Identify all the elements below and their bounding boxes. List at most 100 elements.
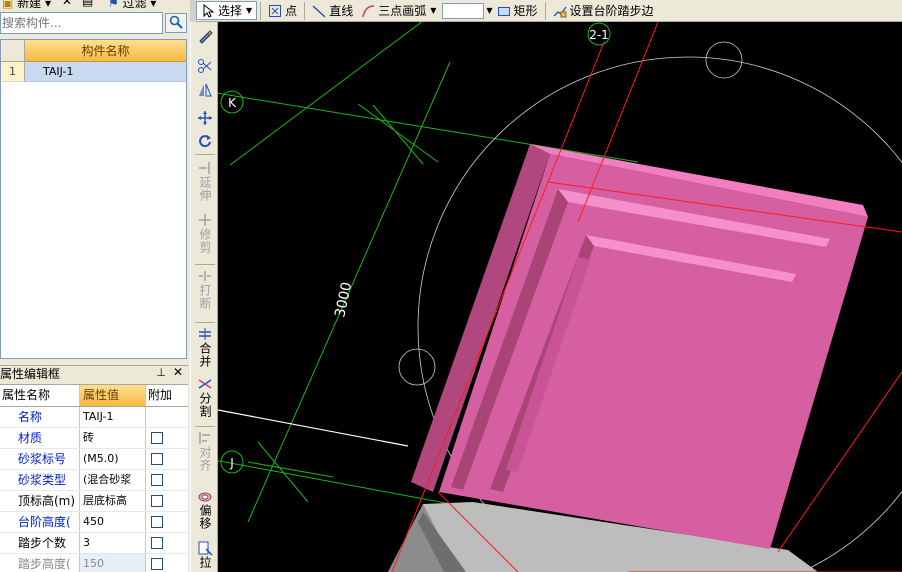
reference-line [218,409,409,447]
header-property-name: 属性名称 [0,385,80,406]
axis-line [229,22,423,166]
property-row[interactable]: 踏步高度(150 [0,554,188,572]
mirror-icon [197,82,213,98]
trim-icon [197,212,213,228]
stretch-button[interactable]: 拉 [191,540,219,569]
property-panel-title: 属性编辑框 [0,367,61,381]
axis-marker-k: K [220,90,244,114]
align-icon [197,430,213,446]
property-row[interactable]: 砂浆类型 (混合砂浆 [0,470,188,491]
select-button[interactable]: 选择 ▼ [196,1,258,20]
svg-text:2-1: 2-1 [589,28,609,42]
stretch-icon [197,540,213,556]
new-button[interactable]: ▣ 新建 ▾ [2,0,51,10]
property-value[interactable]: 砖 [80,428,146,448]
offset-icon [197,488,213,504]
attach-cell [146,512,188,532]
property-value[interactable]: 450 [80,512,146,532]
trim-button[interactable]: 修剪 [191,212,219,254]
attach-checkbox[interactable] [151,558,163,570]
component-panel: 构件名称 1 TAIJ-1 属性编辑框 ⊥ ✕ 属性名称 属性值 附加 名称TA… [0,10,190,572]
drawing-canvas[interactable]: K J 2-1 3000 [218,22,902,572]
app-window: ▣ 新建 ▾ ✕ ▤ ⚑ 过滤 ▾ 选择 ▼ 点 直线 三点画弧 ▼ ▼ 矩形 … [0,0,902,572]
property-name: 砂浆标号 [0,449,80,469]
component-name-cell[interactable]: TAIJ-1 [25,62,186,82]
copy-icon[interactable]: ▤ [82,0,93,8]
row-number: 1 [1,62,25,82]
close-icon[interactable]: ✕ [173,365,183,379]
header-attach: 附加 [148,388,173,402]
set-step-edge-button[interactable]: 设置台阶踏步边 [549,1,658,21]
property-value[interactable]: TAIJ-1 [80,407,146,427]
property-value[interactable]: (混合砂浆 [80,470,146,490]
chevron-down-icon[interactable]: ▼ [430,6,436,15]
search-input[interactable] [0,12,163,34]
property-row[interactable]: 砂浆标号 (M5.0) [0,449,188,470]
reference-circle [705,41,743,79]
drawing-scene: K J 2-1 3000 [218,22,902,572]
move-icon [197,110,213,126]
extend-icon [197,160,213,176]
attach-checkbox[interactable] [151,537,163,549]
search-button[interactable] [165,13,187,33]
attach-checkbox[interactable] [151,453,163,465]
column-header-component-name[interactable]: 构件名称 [25,40,186,62]
search-bar [0,12,190,36]
offset-button[interactable]: 偏移 [191,488,219,530]
arc-icon [361,4,375,18]
rect-icon [497,4,511,18]
property-value[interactable]: (M5.0) [80,449,146,469]
property-value[interactable]: 3 [80,533,146,553]
attach-checkbox[interactable] [151,432,163,444]
chevron-down-icon[interactable]: ▼ [246,6,252,15]
dimension-extension [247,461,334,478]
attach-cell [146,554,188,572]
rect-button[interactable]: 矩形 [493,1,542,21]
arc-button[interactable]: 三点画弧 ▼ [357,1,440,21]
split-icon [197,376,213,392]
property-row[interactable]: 材质砖 [0,428,188,449]
dimension-tick [257,441,309,503]
property-value[interactable]: 150 [80,554,146,572]
property-row[interactable]: 名称 TAIJ-1 [0,407,188,428]
attach-cell [146,407,188,427]
move-button[interactable] [191,110,219,126]
property-name: 材质 [0,428,80,448]
line-button[interactable]: 直线 [308,1,357,21]
row-header-corner [1,40,25,62]
rotate-button[interactable] [191,132,219,148]
filter-button[interactable]: ⚑ 过滤 ▾ [108,0,156,10]
rotate-icon [197,132,213,148]
attach-checkbox[interactable] [151,495,163,507]
extend-button[interactable]: 延伸 [191,160,219,202]
property-name: 砂浆类型 [0,470,80,490]
dimension-extension [357,103,439,163]
mirror-copy-button[interactable] [191,58,219,74]
delete-icon[interactable]: ✕ [62,0,72,8]
scissors-icon [197,58,213,74]
draw-toolbar: 选择 ▼ 点 直线 三点画弧 ▼ ▼ 矩形 设置台阶踏步边 [196,0,902,22]
merge-button[interactable]: 合并 [191,326,219,368]
property-row[interactable]: 顶标高(m) 层底标高 [0,491,188,512]
property-value[interactable]: 层底标高 [80,491,146,511]
point-button[interactable]: 点 [264,1,301,21]
brush-icon [197,28,213,44]
break-button[interactable]: 打断 [191,268,219,310]
align-button[interactable]: 对齐 [191,430,219,472]
dimension-tick [372,104,424,165]
dimension-text: 3000 [332,281,355,319]
color-dropdown[interactable] [442,2,485,19]
attach-cell [146,470,188,490]
svg-text:J: J [229,456,234,470]
attach-checkbox[interactable] [151,516,163,528]
mirror-button[interactable] [191,82,219,98]
pin-icon[interactable]: ⊥ [156,366,166,379]
split-button[interactable]: 分割 [191,376,219,418]
attach-checkbox[interactable] [151,474,163,486]
property-name: 名称 [0,407,80,427]
list-item[interactable]: 1 TAIJ-1 [1,62,186,82]
property-row[interactable]: 踏步个数 3 [0,533,188,554]
axis-line-k [218,92,639,163]
property-row[interactable]: 台阶高度(450 [0,512,188,533]
pick-button[interactable] [191,28,219,44]
